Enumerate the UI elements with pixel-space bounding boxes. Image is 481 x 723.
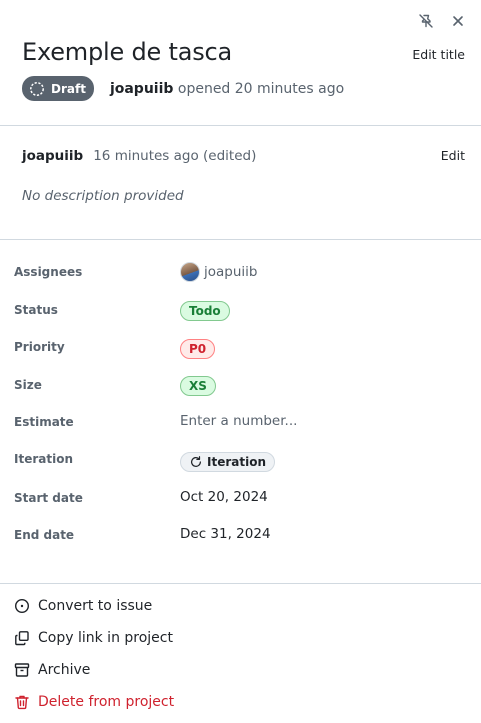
estimate-placeholder: Enter a number... [180,413,298,429]
copy-link-label: Copy link in project [38,630,173,646]
page-title: Exemple de tasca [22,38,233,66]
archive-icon [14,663,30,677]
header-actions [415,10,469,32]
edit-comment-button[interactable]: Edit [441,148,465,163]
status-badge-label: Draft [51,81,86,96]
divider [0,239,481,240]
field-value-size[interactable]: XS [180,376,216,396]
end-date-value: Dec 31, 2024 [180,526,271,542]
status-badge: Draft [22,76,94,101]
comment-body: No description provided [22,188,184,204]
opened-text: opened 20 minutes ago [177,80,345,97]
priority-pill: P0 [180,339,216,359]
field-label-size: Size [14,378,42,392]
start-date-value: Oct 20, 2024 [180,489,268,505]
close-icon [453,16,463,26]
close-button[interactable] [447,10,469,32]
copy-link-button[interactable]: Copy link in project [14,630,173,646]
estimate-input[interactable]: Enter a number... [180,413,297,429]
comment-timestamp[interactable]: 16 minutes ago (edited) [93,148,256,164]
item-meta: Draft joapuiib opened 20 minutes ago [22,76,344,101]
field-label-assignees: Assignees [14,265,83,279]
pin-slash-icon [419,14,433,28]
delete-button[interactable]: Delete from project [14,694,174,710]
field-label-iteration: Iteration [14,452,73,466]
trash-icon [15,695,29,710]
archive-label: Archive [38,662,91,678]
field-value-priority[interactable]: P0 [180,339,216,359]
archive-button[interactable]: Archive [14,662,90,678]
field-value-assignees[interactable]: joapuiib [180,262,257,282]
opened-info: joapuiib opened 20 minutes ago [110,81,344,97]
field-value-iteration[interactable]: Iteration [180,452,275,472]
convert-to-issue-label: Convert to issue [38,598,153,614]
assignee-name: joapuiib [204,264,258,280]
divider [0,125,481,126]
convert-to-issue-button[interactable]: Convert to issue [14,598,152,614]
delete-label: Delete from project [38,694,175,710]
iteration-icon [191,456,201,467]
divider [0,583,481,584]
draft-circle-icon [30,81,44,96]
issue-opened-icon [14,598,30,614]
size-pill: XS [180,376,216,396]
comment-header: joapuiib 16 minutes ago (edited) [22,148,256,164]
field-label-priority: Priority [14,340,65,354]
field-label-end-date: End date [14,528,75,542]
avatar [180,262,200,282]
field-value-start-date[interactable]: Oct 20, 2024 [180,489,268,505]
field-label-status: Status [14,303,58,317]
field-value-end-date[interactable]: Dec 31, 2024 [180,526,271,542]
copy-icon [15,631,29,646]
iteration-pill: Iteration [180,452,275,472]
iteration-label: Iteration [207,455,266,469]
status-pill: Todo [180,301,230,321]
field-label-estimate: Estimate [14,415,74,429]
edit-title-button[interactable]: Edit title [412,47,465,62]
field-value-status[interactable]: Todo [180,301,230,321]
comment-author[interactable]: joapuiib [22,148,83,164]
author-link[interactable]: joapuiib [110,81,173,97]
unpin-button[interactable] [415,10,437,32]
field-label-start-date: Start date [14,491,83,505]
